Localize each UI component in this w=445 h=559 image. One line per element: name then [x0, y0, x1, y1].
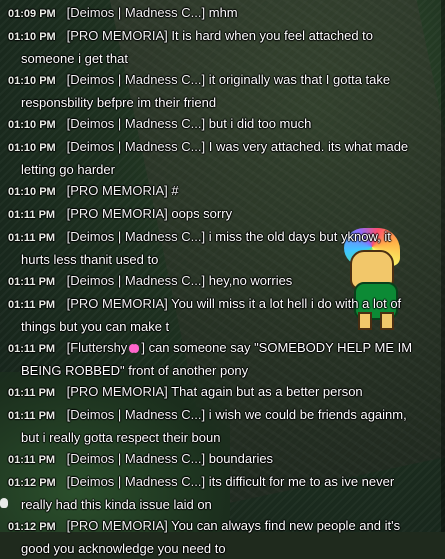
chat-message: 01:10 PM [Deimos | Madness C...] I was v…: [8, 136, 440, 159]
message-timestamp: 01:09 PM: [8, 8, 56, 20]
message-timestamp: 01:12 PM: [8, 477, 56, 489]
message-text: its difficult for me to as ive never: [208, 474, 395, 489]
message-text: You will miss it a lot hell i do with a …: [171, 296, 402, 311]
chat-scrollbar[interactable]: [441, 0, 445, 532]
sender-name[interactable]: [Fluttershy]: [67, 340, 145, 355]
sender-name[interactable]: [PRO MEMORIA]: [67, 296, 168, 311]
sender-name[interactable]: [PRO MEMORIA]: [67, 183, 168, 198]
chat-message: 01:12 PM [PRO MEMORIA] You can always fi…: [8, 515, 440, 538]
sender-name[interactable]: [Deimos | Madness C...]: [67, 407, 205, 422]
sender-name[interactable]: [Deimos | Madness C...]: [67, 474, 205, 489]
message-timestamp: 01:12 PM: [8, 521, 56, 533]
sender-name[interactable]: [Deimos | Madness C...]: [67, 72, 205, 87]
chat-message: 01:10 PM [Deimos | Madness C...] it orig…: [8, 69, 440, 92]
chat-message: 01:11 PM [Deimos | Madness C...] i miss …: [8, 226, 440, 249]
message-timestamp: 01:11 PM: [8, 387, 56, 399]
message-timestamp: 01:10 PM: [8, 75, 56, 87]
message-timestamp: 01:11 PM: [8, 410, 56, 422]
sender-name[interactable]: [Deimos | Madness C...]: [67, 116, 205, 131]
message-timestamp: 01:10 PM: [8, 186, 56, 198]
message-text: can someone say "SOMEBODY HELP ME IM: [148, 340, 413, 355]
message-continuation: BEING ROBBED" front of another pony: [21, 363, 249, 378]
message-timestamp: 01:11 PM: [8, 454, 56, 466]
sender-name[interactable]: [Deimos | Madness C...]: [67, 5, 205, 20]
chat-message: 01:10 PM [Deimos | Madness C...] but i d…: [8, 113, 440, 136]
message-text: but i did too much: [208, 116, 312, 131]
sender-name[interactable]: [Deimos | Madness C...]: [67, 139, 205, 154]
message-text: It is hard when you feel attached to: [171, 28, 374, 43]
message-text: i wish we could be friends againm,: [208, 407, 407, 422]
chat-message: 01:11 PM [PRO MEMORIA] oops sorry: [8, 203, 440, 226]
sender-name[interactable]: [Deimos | Madness C...]: [67, 273, 205, 288]
sender-name[interactable]: [PRO MEMORIA]: [67, 518, 168, 533]
sender-name[interactable]: [PRO MEMORIA]: [67, 28, 168, 43]
mouse-cursor-icon: [0, 498, 8, 508]
sender-name[interactable]: [PRO MEMORIA]: [67, 384, 168, 399]
chat-message: 01:09 PM [Deimos | Madness C...] mhm: [8, 2, 440, 25]
chat-message: 01:11 PM [PRO MEMORIA] You will miss it …: [8, 293, 440, 316]
message-timestamp: 01:11 PM: [8, 276, 56, 288]
sender-name[interactable]: [PRO MEMORIA]: [67, 206, 168, 221]
message-text: I was very attached. its what made: [208, 139, 409, 154]
sender-name[interactable]: [Deimos | Madness C...]: [67, 451, 205, 466]
message-text: You can always find new people and it's: [171, 518, 401, 533]
sender-name-close: ]: [141, 340, 145, 355]
chat-message: 01:11 PM [Deimos | Madness C...] boundar…: [8, 448, 440, 471]
message-timestamp: 01:10 PM: [8, 119, 56, 131]
message-continuation: someone i get that: [21, 51, 128, 66]
message-text: hey,no worries: [208, 273, 293, 288]
message-timestamp: 01:10 PM: [8, 31, 56, 43]
chat-log: 01:09 PM [Deimos | Madness C...] mhm 01:…: [8, 2, 440, 559]
message-timestamp: 01:11 PM: [8, 299, 56, 311]
message-text: #: [171, 183, 179, 198]
message-continuation: but i really gotta respect their boun: [21, 430, 221, 445]
sender-name-text: [Fluttershy: [66, 340, 128, 355]
chat-message: 01:10 PM [PRO MEMORIA] It is hard when y…: [8, 25, 440, 48]
pink-bow-icon: [129, 344, 140, 354]
message-timestamp: 01:11 PM: [8, 209, 56, 221]
message-text: i miss the old days but yknow, it: [208, 229, 391, 244]
chat-message: 01:10 PM [PRO MEMORIA] #: [8, 180, 440, 203]
message-continuation: really had this kinda issue laid on: [21, 497, 212, 512]
chat-message: 01:11 PM [Deimos | Madness C...] hey,no …: [8, 270, 440, 293]
message-continuation: hurts less thanit used to: [21, 252, 159, 267]
chat-message: 01:12 PM [Deimos | Madness C...] its dif…: [8, 471, 440, 494]
message-text: That again but as a better person: [171, 384, 363, 399]
message-text: oops sorry: [171, 206, 233, 221]
message-continuation: responsbility befpre im their friend: [21, 95, 217, 110]
chat-message: 01:11 PM [PRO MEMORIA] That again but as…: [8, 381, 440, 404]
sender-name[interactable]: [Deimos | Madness C...]: [67, 229, 205, 244]
message-timestamp: 01:11 PM: [8, 343, 56, 355]
message-text: boundaries: [208, 451, 274, 466]
chat-message: 01:11 PM [Deimos | Madness C...] i wish …: [8, 404, 440, 427]
message-text: mhm: [208, 5, 238, 20]
message-continuation: letting go harder: [21, 162, 115, 177]
message-continuation: good you acknowledge you need to: [21, 541, 226, 556]
message-timestamp: 01:11 PM: [8, 232, 56, 244]
message-continuation: things but you can make t: [21, 319, 170, 334]
message-timestamp: 01:10 PM: [8, 142, 56, 154]
chat-message: 01:11 PM [Fluttershy] can someone say "S…: [8, 337, 440, 360]
message-text: it originally was that I gotta take: [208, 72, 391, 87]
